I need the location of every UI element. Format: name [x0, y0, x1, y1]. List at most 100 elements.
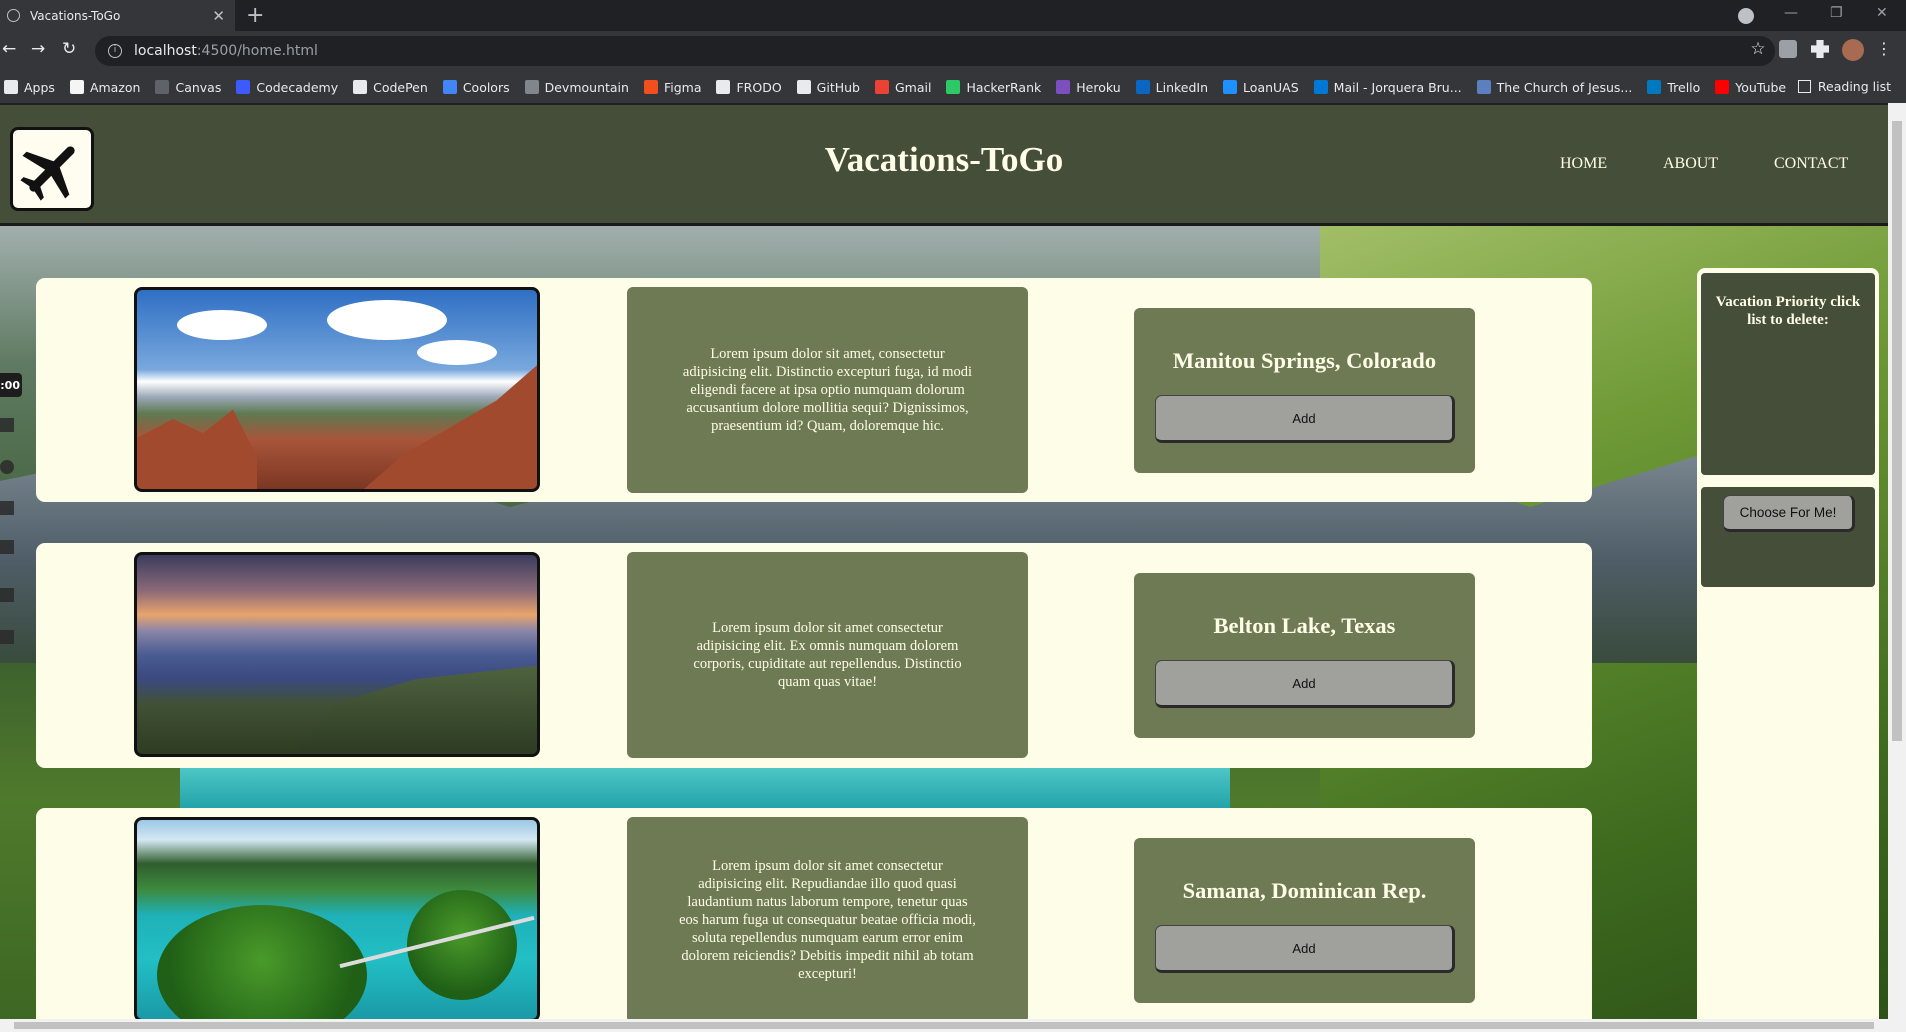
reload-icon[interactable]: ↻	[62, 39, 76, 59]
new-tab-button[interactable]: +	[246, 3, 264, 28]
choose-for-me-button[interactable]: Choose For Me!	[1723, 495, 1855, 532]
bookmark-loanuas[interactable]: LoanUAS	[1223, 80, 1299, 95]
bookmark-favicon-icon	[1476, 80, 1491, 94]
trash-icon[interactable]	[0, 540, 14, 554]
destination-description: Lorem ipsum dolor sit amet consectetur a…	[627, 817, 1028, 1023]
vertical-scrollbar[interactable]	[1888, 103, 1906, 1032]
forward-icon[interactable]: →	[31, 39, 45, 59]
bookmark-figma[interactable]: Figma	[643, 79, 702, 95]
bookmark-frodo[interactable]: FRODO	[716, 80, 782, 95]
restore-icon[interactable]: ❐	[1830, 5, 1843, 21]
add-button[interactable]: Add	[1155, 660, 1455, 708]
destination-name: Samana, Dominican Rep.	[1182, 878, 1427, 903]
destination-name: Belton Lake, Texas	[1213, 613, 1396, 638]
bookmark-amazon[interactable]: Amazon	[69, 80, 140, 95]
nav-about[interactable]: ABOUT	[1663, 155, 1718, 173]
undo-icon[interactable]	[0, 460, 14, 474]
bookmark-favicon-icon	[1056, 80, 1071, 94]
recording-timer: :00	[0, 373, 22, 397]
browser-menu-icon[interactable]: ⋮	[1876, 39, 1892, 58]
bookmark-linkedin[interactable]: LinkedIn	[1135, 80, 1208, 95]
bookmark-label: Figma	[663, 79, 702, 95]
bookmark-favicon-icon	[353, 80, 368, 94]
vacation-card: Lorem ipsum dolor sit amet, consectetur …	[36, 278, 1592, 502]
extension-icon[interactable]	[1779, 40, 1797, 58]
bookmark-favicon-icon	[716, 80, 731, 94]
close-tab-icon[interactable]: ✕	[212, 7, 225, 25]
pause-icon[interactable]	[0, 501, 14, 515]
bookmark-codecademy[interactable]: Codecademy	[236, 80, 338, 95]
browser-tab-strip: Vacations-ToGo ✕ + — ❐ ✕	[0, 0, 1906, 31]
scrollbar-thumb[interactable]	[1892, 121, 1902, 741]
browser-toolbar: ← → ↻ i localhost :4500/home.html ☆ ⋮	[0, 31, 1906, 71]
profile-avatar[interactable]	[1842, 39, 1864, 61]
destination-panel: Belton Lake, Texas Add	[1134, 573, 1475, 738]
bookmark-youtube[interactable]: YouTube	[1715, 80, 1786, 95]
page-viewport: Vacations-ToGo HOME ABOUT CONTACT Lorem …	[0, 103, 1906, 1032]
pen-icon[interactable]	[0, 588, 14, 602]
bookmark-mail-jorquera-bru[interactable]: Mail - Jorquera Bru...	[1313, 80, 1462, 95]
stop-icon[interactable]	[0, 418, 14, 432]
site-info-icon[interactable]: i	[108, 44, 122, 58]
choose-panel: Choose For Me!	[1701, 487, 1875, 587]
bookmark-favicon-icon	[1647, 80, 1662, 94]
nav-home[interactable]: HOME	[1560, 155, 1607, 173]
bookmarks-bar: Apps Amazon Canvas Codecademy CodePen Coolors…	[0, 71, 1906, 103]
close-window-icon[interactable]: ✕	[1876, 5, 1888, 21]
reading-list-button[interactable]: Reading list	[1797, 79, 1891, 94]
bookmark-apps[interactable]: Apps	[4, 80, 55, 95]
browser-tab[interactable]: Vacations-ToGo ✕	[0, 0, 235, 31]
shoreline	[287, 665, 537, 754]
tab-search-icon[interactable]	[1738, 8, 1754, 24]
scrollbar-thumb[interactable]	[14, 1022, 1874, 1029]
vacation-card: Lorem ipsum dolor sit amet consectetur a…	[36, 808, 1592, 1032]
horizontal-scrollbar[interactable]	[0, 1019, 1888, 1032]
add-button[interactable]: Add	[1155, 395, 1455, 443]
red-rock	[137, 409, 257, 489]
bookmark-favicon-icon	[1715, 80, 1730, 94]
bookmark-coolors[interactable]: Coolors	[442, 80, 510, 95]
tab-title: Vacations-ToGo	[30, 8, 121, 23]
globe-icon	[7, 9, 20, 22]
island	[157, 905, 367, 1019]
bookmark-favicon-icon	[155, 80, 170, 94]
bookmark-github[interactable]: GitHub	[796, 79, 860, 95]
bookmark-star-icon[interactable]: ☆	[1741, 39, 1775, 59]
bookmark-label: Apps	[24, 79, 55, 95]
red-rock	[357, 360, 537, 489]
reading-list-icon	[1797, 80, 1811, 93]
destination-description: Lorem ipsum dolor sit amet consectetur a…	[627, 552, 1028, 758]
minimize-icon[interactable]: —	[1784, 5, 1798, 21]
back-icon[interactable]: ←	[2, 39, 16, 59]
priority-list[interactable]: Vacation Priority click list to delete:	[1701, 273, 1875, 475]
bookmark-label: GitHub	[816, 79, 860, 95]
bookmark-canvas[interactable]: Canvas	[155, 80, 221, 95]
bookmark-label: Codecademy	[256, 79, 339, 95]
destination-name: Manitou Springs, Colorado	[1172, 348, 1437, 373]
bookmark-the-church-of-jesus[interactable]: The Church of Jesus...	[1476, 80, 1632, 95]
address-bar[interactable]: i localhost :4500/home.html ☆	[95, 36, 1775, 66]
camera-icon[interactable]	[0, 630, 14, 644]
bookmark-devmountain[interactable]: Devmountain	[524, 80, 629, 95]
bookmark-trello[interactable]: Trello	[1647, 80, 1700, 95]
bookmark-favicon-icon	[524, 80, 539, 94]
destination-panel: Manitou Springs, Colorado Add	[1134, 308, 1475, 473]
bookmark-hackerrank[interactable]: HackerRank	[946, 80, 1041, 95]
bookmark-favicon-icon	[236, 80, 251, 94]
bookmark-favicon-icon	[4, 80, 18, 94]
bookmark-label: YouTube	[1735, 79, 1787, 95]
bookmark-favicon-icon	[946, 80, 961, 94]
bookmark-favicon-icon	[796, 80, 811, 94]
bookmark-favicon-icon	[1223, 80, 1238, 94]
cloud	[327, 300, 447, 340]
bookmark-favicon-icon	[643, 80, 658, 94]
bookmark-codepen[interactable]: CodePen	[353, 80, 428, 95]
add-button[interactable]: Add	[1155, 925, 1455, 973]
url-path: :4500/home.html	[196, 43, 318, 59]
bookmark-gmail[interactable]: Gmail	[875, 80, 931, 95]
extensions-puzzle-icon[interactable]	[1811, 40, 1829, 58]
bookmark-heroku[interactable]: Heroku	[1056, 80, 1121, 95]
nav-contact[interactable]: CONTACT	[1774, 155, 1848, 173]
bookmark-label: CodePen	[373, 79, 428, 95]
vacation-card: Lorem ipsum dolor sit amet consectetur a…	[36, 543, 1592, 768]
